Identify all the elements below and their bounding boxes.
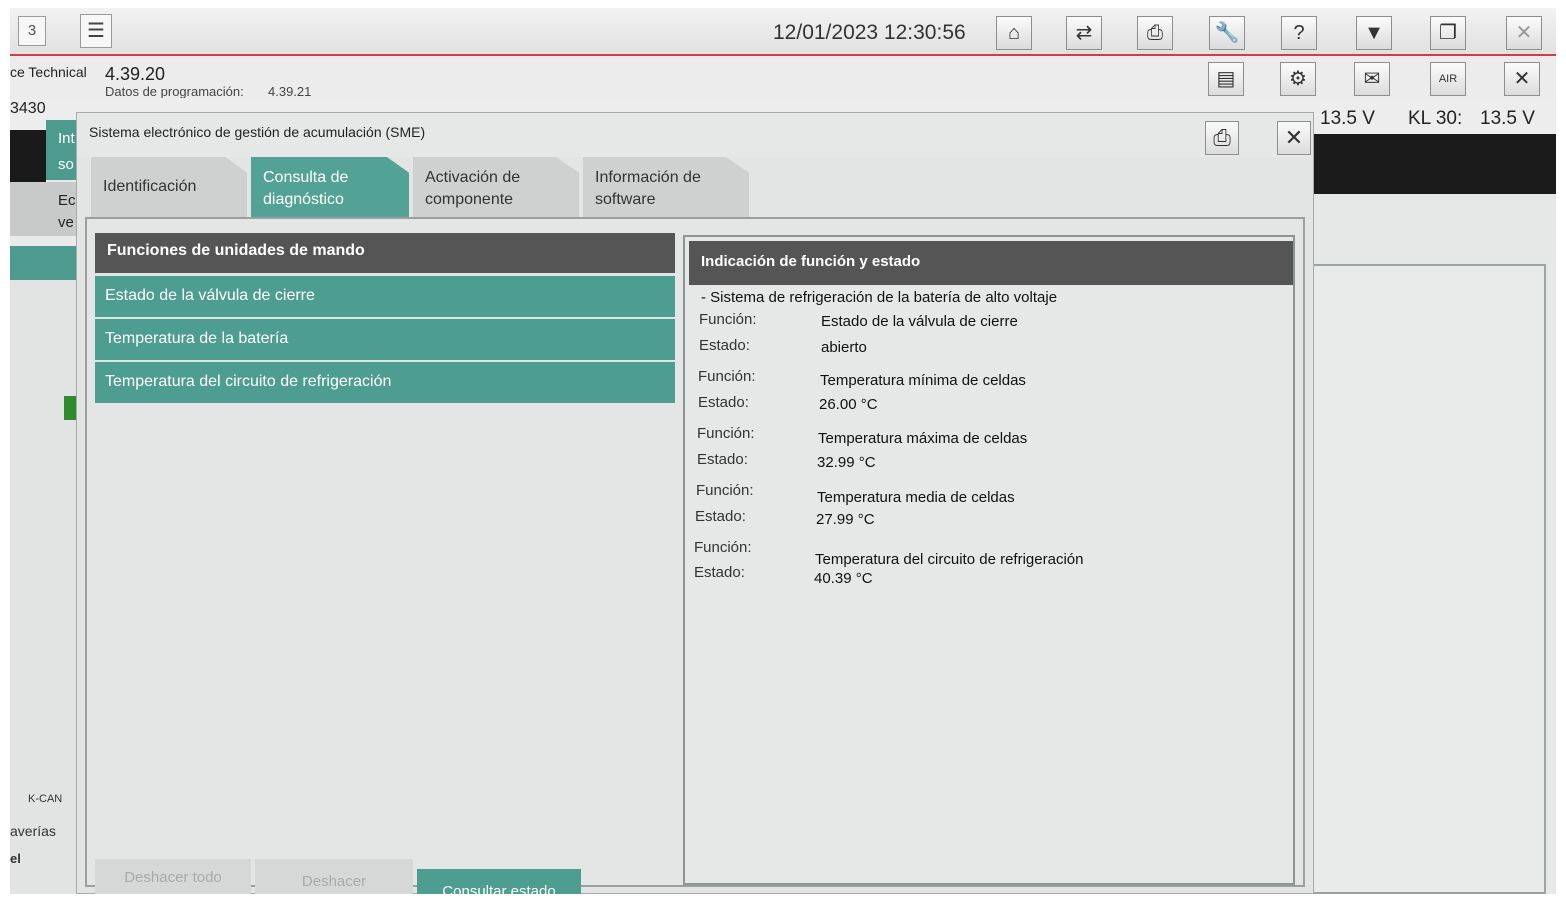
tab-label-line2: componente — [425, 191, 514, 208]
voltage-2-value: 13.5 V — [1480, 108, 1535, 129]
connection-icon[interactable]: ⇄ — [1066, 16, 1102, 50]
result-status-label: Estado: — [694, 564, 745, 581]
datetime-display: 12/01/2023 12:30:56 — [773, 21, 966, 44]
background-right-dark — [1310, 134, 1556, 194]
mail-icon[interactable]: ✉ — [1354, 62, 1390, 96]
background-tab-fragment-4: ve — [58, 214, 74, 231]
result-status-value: 40.39 °C — [814, 570, 873, 587]
screen: 3 ☰ 12/01/2023 12:30:56 ⌂ ⇄ ⎙ 🔧 ? ▼ ❐ ✕ … — [10, 8, 1556, 894]
el-fragment: el — [10, 851, 21, 866]
status-system-name: - Sistema de refrigeración de la batería… — [701, 289, 1058, 306]
result-function-label: Función: — [699, 311, 757, 328]
help-icon[interactable]: ? — [1281, 16, 1317, 50]
result-status-label: Estado: — [695, 508, 746, 525]
background-tab-fragment-3: Ec — [58, 192, 76, 209]
background-status-marker — [64, 396, 76, 420]
download-icon[interactable]: ▼ — [1356, 16, 1392, 50]
session-number-button[interactable]: 3 — [18, 16, 46, 46]
tab-activacion-componente[interactable]: Activación de componente — [413, 157, 579, 217]
tab-label-line2: software — [595, 191, 656, 208]
result-function-value: Temperatura del circuito de refrigeració… — [815, 551, 1084, 568]
function-item-valvula[interactable]: Estado de la válvula de cierre — [95, 275, 675, 317]
function-item-temperatura-bateria[interactable]: Temperatura de la batería — [95, 318, 675, 360]
result-status-value: abierto — [821, 339, 867, 356]
tab-label: Identificación — [103, 178, 197, 195]
close-icon[interactable]: ✕ — [1506, 16, 1542, 50]
documents-icon[interactable]: ▤ — [1208, 62, 1244, 96]
wrench-icon[interactable]: 🔧 — [1209, 16, 1245, 50]
vehicle-id-fragment: 3430 — [10, 100, 46, 117]
info-bar: ce Technical 4.39.20 Datos de programaci… — [10, 58, 1556, 102]
result-function-label: Función: — [696, 482, 754, 499]
list-icon[interactable]: ☰ — [80, 14, 112, 48]
background-tab[interactable]: Int so — [46, 120, 76, 180]
result-status-value: 32.99 °C — [817, 454, 876, 471]
result-function-label: Función: — [698, 368, 756, 385]
result-function-label: Función: — [694, 539, 752, 556]
averias-fragment: averías — [10, 823, 56, 839]
result-status-label: Estado: — [697, 451, 748, 468]
tab-identificacion[interactable]: Identificación — [91, 157, 247, 217]
dialog-title: Sistema electrónico de gestión de acumul… — [89, 124, 426, 140]
sme-dialog: Sistema electrónico de gestión de acumul… — [76, 112, 1314, 894]
top-toolbar: 3 ☰ 12/01/2023 12:30:56 ⌂ ⇄ ⎙ 🔧 ? ▼ ❐ ✕ — [10, 8, 1556, 56]
result-function-value: Estado de la válvula de cierre — [821, 313, 1018, 330]
functions-header: Funciones de unidades de mando — [95, 233, 675, 273]
window-icon[interactable]: ❐ — [1430, 16, 1466, 50]
undo-all-button[interactable]: Deshacer todo — [95, 859, 251, 894]
background-right-box — [1310, 264, 1546, 894]
tab-label-line2: diagnóstico — [263, 191, 344, 208]
home-icon[interactable]: ⌂ — [996, 16, 1032, 50]
undo-button[interactable]: Deshacer — [255, 859, 413, 894]
air-search-icon[interactable]: AIR — [1430, 62, 1466, 96]
printer-icon[interactable]: ⎙ — [1137, 16, 1173, 50]
programming-data-label: Datos de programación: — [105, 84, 244, 99]
kcan-label: K-CAN — [28, 793, 63, 805]
result-status-label: Estado: — [698, 394, 749, 411]
result-function-value: Temperatura máxima de celdas — [818, 430, 1028, 447]
tab-label: Activación de — [425, 169, 521, 186]
dialog-titlebar: Sistema electrónico de gestión de acumul… — [77, 113, 1313, 157]
gear-icon[interactable]: ⚙ — [1280, 62, 1316, 96]
dialog-close-icon[interactable]: ✕ — [1277, 121, 1311, 155]
function-item-label: Temperatura de la batería — [105, 330, 289, 347]
result-function-value: Temperatura mínima de celdas — [820, 372, 1026, 389]
result-status-label: Estado: — [699, 337, 750, 354]
voltage-2-label: KL 30: — [1408, 108, 1463, 129]
voltage-1-value: 13.5 V — [1320, 108, 1375, 129]
dialog-print-icon[interactable]: ⎙ — [1205, 121, 1239, 155]
function-item-label: Estado de la válvula de cierre — [105, 287, 315, 304]
tab-label: Consulta de — [263, 169, 349, 186]
result-status-value: 27.99 °C — [816, 511, 875, 528]
close-session-icon[interactable]: ✕ — [1504, 62, 1540, 96]
tab-label: Información de — [595, 169, 701, 186]
background-tab-fragment-2: so — [58, 156, 74, 173]
background-dark-strip — [10, 130, 46, 182]
programming-data-version: 4.39.21 — [268, 84, 312, 99]
background-green-strip — [10, 246, 76, 280]
function-item-temperatura-circuito[interactable]: Temperatura del circuito de refrigeració… — [95, 361, 675, 403]
background-tabs: Ec ve — [10, 182, 76, 236]
app-name: ce Technical — [10, 64, 87, 80]
background-tab-fragment-1: Int — [58, 130, 75, 147]
result-function-label: Función: — [697, 425, 755, 442]
tab-informacion-software[interactable]: Información de software — [583, 157, 749, 217]
status-header: Indicación de función y estado — [689, 241, 1293, 285]
result-status-value: 26.00 °C — [819, 396, 878, 413]
result-function-value: Temperatura media de celdas — [817, 489, 1015, 506]
app-version: 4.39.20 — [105, 64, 166, 84]
query-status-button[interactable]: Consultar estado — [417, 869, 581, 894]
tab-consulta-diagnostico[interactable]: Consulta de diagnóstico — [251, 157, 409, 217]
function-item-label: Temperatura del circuito de refrigeració… — [105, 373, 392, 390]
